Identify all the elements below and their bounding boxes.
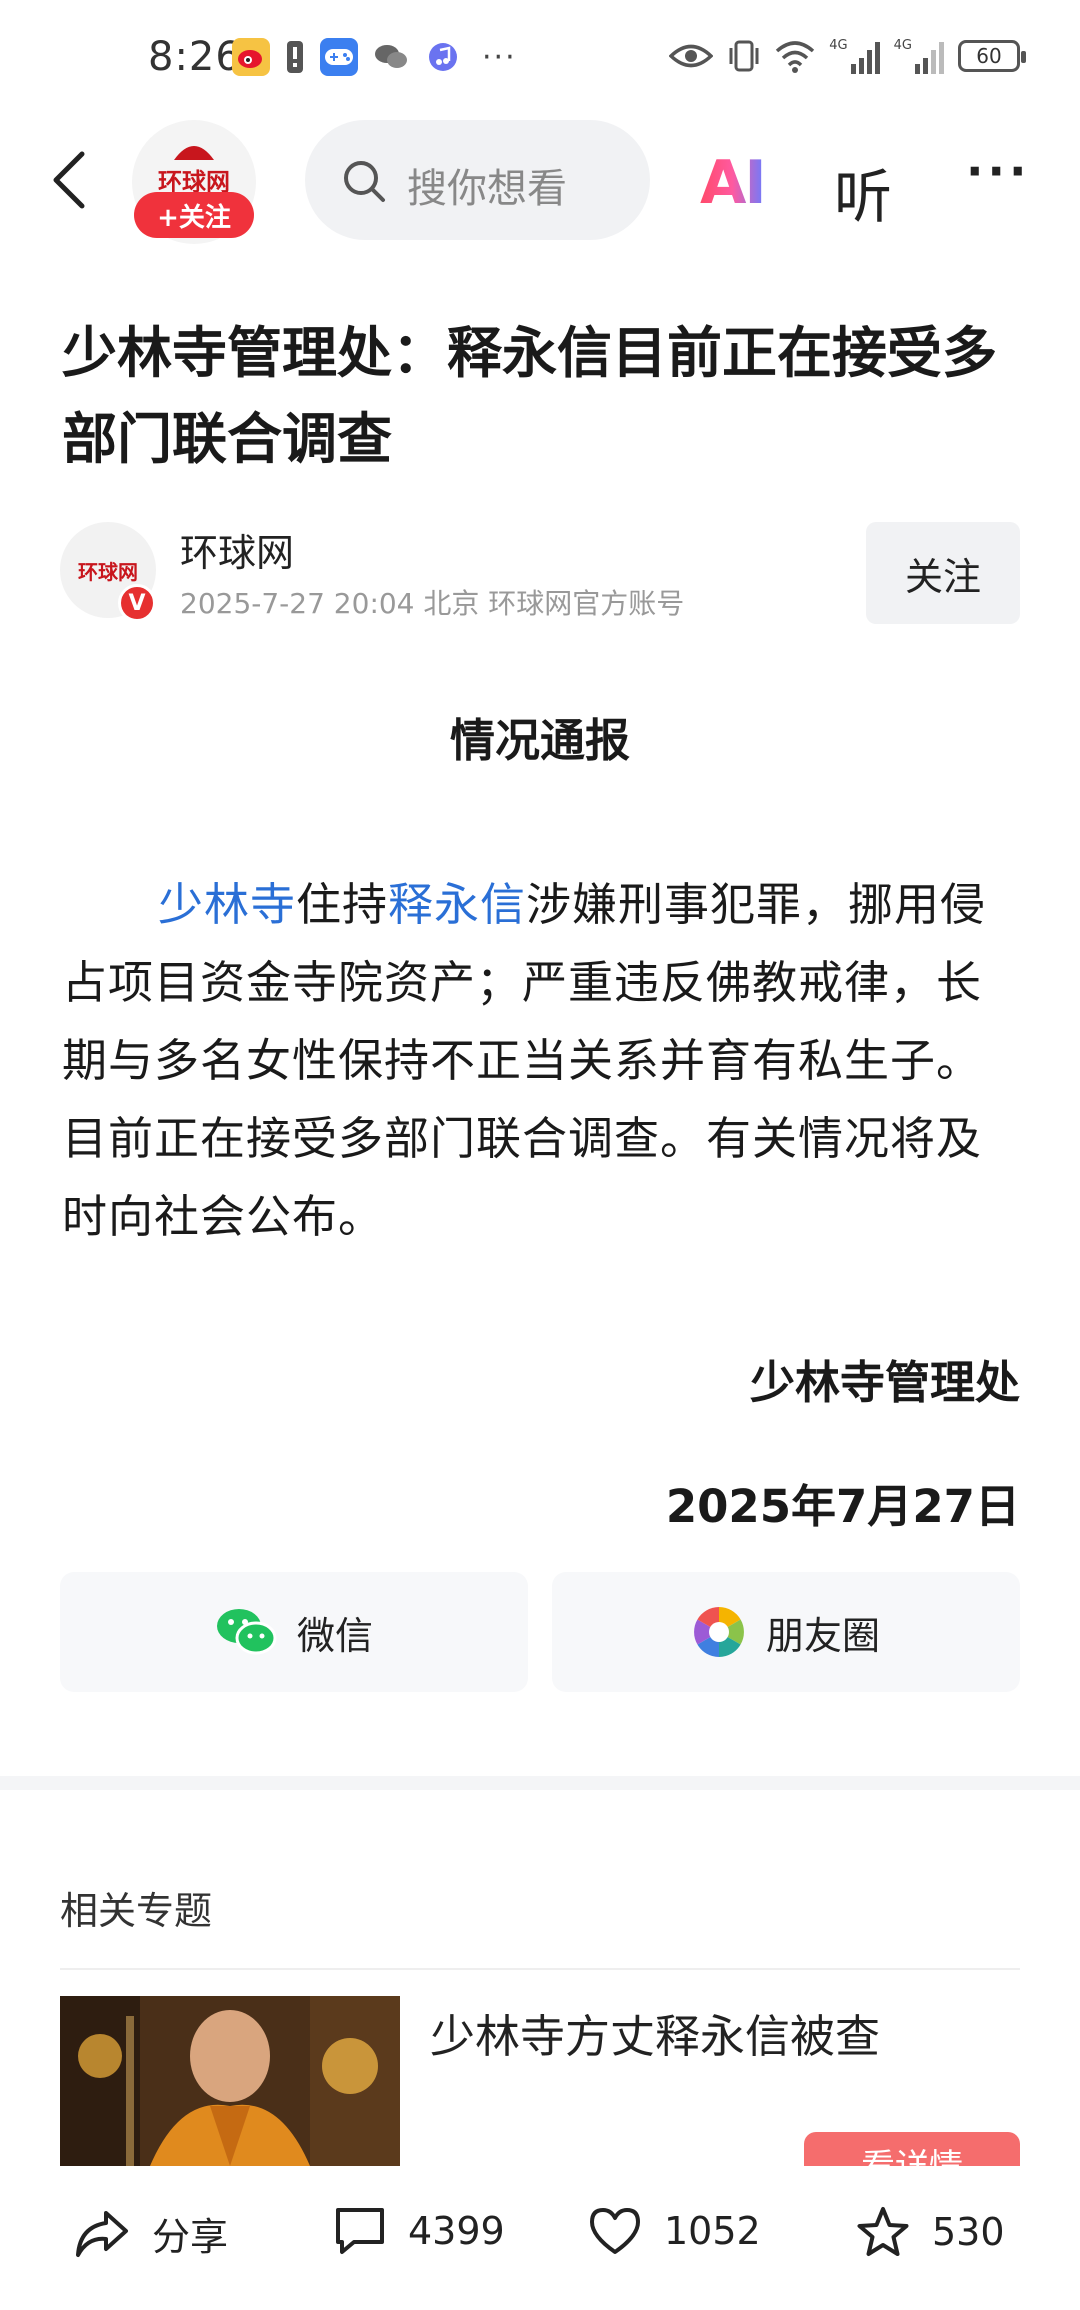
related-divider bbox=[60, 1968, 1020, 1970]
article-body: 少林寺住持释永信涉嫌刑事犯罪，挪用侵占项目资金寺院资产；严重违反佛教戒律，长期与… bbox=[62, 866, 1022, 1256]
share-label: 分享 bbox=[152, 2215, 229, 2259]
shaolin-temple-link[interactable]: 少林寺 bbox=[158, 878, 296, 931]
article-title: 少林寺管理处：释永信目前正在接受多部门联合调查 bbox=[62, 321, 998, 471]
status-bar: 8:26 ··· 4G 4G 60 bbox=[0, 0, 1080, 120]
back-button[interactable] bbox=[50, 150, 90, 210]
more-notifications-icon: ··· bbox=[482, 39, 517, 75]
vibrate-icon bbox=[729, 40, 759, 72]
listen-button[interactable]: 听 bbox=[834, 150, 892, 234]
search-input[interactable]: 搜你想看 bbox=[305, 120, 650, 240]
ai-label: AI bbox=[700, 148, 767, 218]
top-nav: 环球网 +关注 搜你想看 AI 听 ··· bbox=[0, 118, 1080, 248]
search-icon bbox=[344, 161, 385, 202]
star-icon bbox=[857, 2207, 909, 2256]
share-arrow-icon bbox=[76, 2210, 128, 2257]
section-divider bbox=[0, 1776, 1080, 1790]
favorite-count: 530 bbox=[932, 2210, 1005, 2254]
related-section-title: 相关专题 bbox=[60, 1889, 213, 1933]
music-icon bbox=[424, 38, 462, 76]
wechat-icon bbox=[216, 1609, 277, 1655]
related-thumbnail[interactable] bbox=[60, 1996, 400, 2166]
share-wechat-button[interactable]: 微信 bbox=[60, 1572, 528, 1692]
eye-icon bbox=[669, 44, 714, 68]
like-count: 1052 bbox=[664, 2209, 761, 2253]
shi-yongxin-link[interactable]: 释永信 bbox=[388, 878, 526, 931]
notification-icons: ··· bbox=[232, 38, 517, 76]
favorite-button[interactable]: 530 bbox=[856, 2206, 1005, 2258]
alert-icon bbox=[284, 38, 306, 76]
signal-2-icon: 4G bbox=[894, 38, 944, 74]
like-button[interactable]: 1052 bbox=[588, 2206, 761, 2256]
system-icons: 4G 4G 60 bbox=[669, 38, 1026, 74]
wechat-status-icon bbox=[372, 38, 410, 76]
body-text-2: 涉嫌刑事犯罪，挪用侵占项目资金寺院资产；严重违反佛教戒律，长期与多名女性保持不正… bbox=[62, 878, 987, 1243]
author-name[interactable]: 环球网 bbox=[180, 522, 294, 577]
heart-icon bbox=[590, 2208, 640, 2254]
battery-icon: 60 bbox=[958, 40, 1026, 72]
comment-icon bbox=[336, 2208, 384, 2254]
status-time: 8:26 bbox=[148, 34, 242, 80]
search-placeholder: 搜你想看 bbox=[407, 166, 567, 212]
bottom-action-bar: 分享 4399 1052 530 bbox=[0, 2166, 1080, 2310]
verified-badge: V bbox=[118, 584, 156, 622]
related-item-title[interactable]: 少林寺方丈释永信被查 bbox=[430, 2000, 880, 2065]
signal-1-icon: 4G bbox=[829, 38, 880, 74]
view-detail-button[interactable]: 看详情 bbox=[804, 2132, 1020, 2166]
game-icon bbox=[320, 38, 358, 76]
signature-organization: 少林寺管理处 bbox=[749, 1356, 1020, 1409]
share-moments-button[interactable]: 朋友圈 bbox=[552, 1572, 1020, 1692]
more-options-button[interactable]: ··· bbox=[966, 144, 1030, 198]
wifi-icon bbox=[776, 41, 815, 73]
globe-logo-icon bbox=[174, 146, 214, 160]
follow-button[interactable]: 关注 bbox=[866, 522, 1020, 624]
notice-heading: 情况通报 bbox=[449, 714, 630, 767]
body-text-1: 住持 bbox=[296, 878, 389, 931]
author-avatar-text: 环球网 bbox=[78, 560, 138, 584]
share-moments-label: 朋友圈 bbox=[765, 1613, 880, 1658]
comment-button[interactable]: 4399 bbox=[334, 2206, 505, 2256]
follow-pill-button[interactable]: +关注 bbox=[134, 192, 254, 238]
monk-photo-image bbox=[60, 1996, 400, 2166]
weibo-icon bbox=[232, 38, 270, 76]
share-button[interactable]: 分享 bbox=[74, 2206, 228, 2261]
moments-icon bbox=[693, 1607, 744, 1657]
article-meta: 2025-7-27 20:04 北京 环球网官方账号 bbox=[180, 587, 685, 620]
share-wechat-label: 微信 bbox=[296, 1613, 373, 1658]
chevron-left-icon bbox=[53, 151, 85, 209]
signature-date: 2025年7月27日 bbox=[665, 1480, 1020, 1533]
ai-button[interactable]: AI bbox=[700, 148, 767, 218]
comment-count: 4399 bbox=[408, 2209, 505, 2253]
